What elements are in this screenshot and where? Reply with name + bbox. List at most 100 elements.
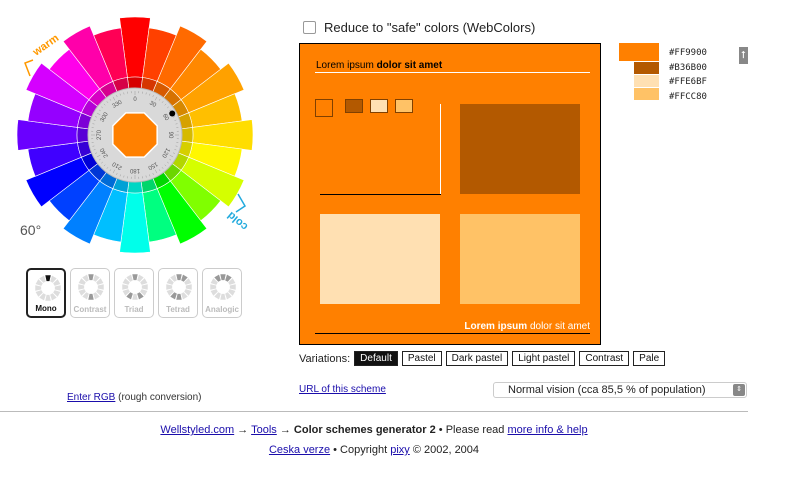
triad-mode-icon [122, 274, 148, 300]
mode-mono-label: Mono [35, 304, 57, 313]
variations-bar: Variations: Default Pastel Dark pastel L… [299, 351, 666, 366]
variation-contrast-button[interactable]: Contrast [579, 351, 630, 366]
cold-label: cold [225, 209, 250, 233]
preview-footer-bold: Lorem ipsum [464, 321, 528, 332]
angle-readout: 60° [20, 222, 42, 238]
variation-light-pastel-button[interactable]: Light pastel [512, 351, 576, 366]
mode-icon-segment [45, 294, 51, 301]
variations-label: Variations: [299, 352, 351, 365]
mode-icon-segment [229, 284, 236, 290]
warm-label: warm [30, 32, 61, 59]
tetrad-mode-icon [166, 274, 192, 300]
mode-icon-segment [54, 285, 61, 291]
scheme-preview: Lorem ipsum dolor sit amet Lorem ipsum d… [299, 43, 601, 345]
preview-heading: Lorem ipsum dolor sit amet [316, 60, 442, 71]
warm-arrow-icon [24, 59, 34, 77]
palette-hex-pale[interactable]: #FFE6BF [669, 75, 707, 90]
mode-icon-segment [141, 284, 148, 290]
mode-icon-segment [166, 284, 173, 290]
degree-label: 90 [167, 132, 173, 139]
cold-arrow-icon [235, 193, 247, 213]
mode-icon-segment [122, 284, 129, 290]
preview-divider-vertical [440, 104, 441, 195]
mode-icon-segment [220, 274, 226, 281]
preview-swatch-light [395, 99, 413, 113]
variation-dark-pastel-button[interactable]: Dark pastel [445, 351, 509, 366]
copyright-text-1: • Copyright [330, 444, 391, 456]
enter-rgb-row: Enter RGB (rough conversion) [67, 392, 202, 403]
hue-selector-dot[interactable] [169, 110, 176, 117]
mode-contrast-button[interactable]: Contrast [70, 268, 110, 318]
footer-breadcrumb: Wellstyled.com → Tools → Color schemes g… [0, 424, 748, 436]
site-link[interactable]: Wellstyled.com [160, 424, 234, 436]
palette-swatch-dark [634, 62, 659, 74]
preview-heading-bold: dolor sit amet [376, 60, 443, 71]
mode-analogic-label: Analogic [205, 305, 239, 314]
mode-icon-segment [45, 275, 51, 282]
preview-divider-top [315, 72, 590, 73]
mode-icon-segment [176, 293, 182, 300]
safe-colors-checkbox[interactable] [303, 21, 316, 34]
preview-swatch-pale [370, 99, 388, 113]
mode-icon-segment [185, 284, 192, 290]
footer-copyright: Ceska verze • Copyright pixy © 2002, 200… [0, 444, 748, 456]
selected-color-octagon [112, 112, 158, 158]
variation-pale-button[interactable]: Pale [633, 351, 666, 366]
preview-footer-normal: dolor sit amet [527, 321, 590, 332]
preview-block-pale [320, 214, 440, 304]
palette-swatch-light [634, 88, 659, 100]
mode-tetrad-button[interactable]: Tetrad [158, 268, 198, 318]
mode-icon-segment [78, 284, 85, 290]
scheme-mode-buttons: Mono Contrast Triad Tetrad Analogic [26, 268, 242, 318]
degree-label: 270 [97, 129, 103, 140]
analogic-mode-icon [210, 274, 236, 300]
enter-rgb-link[interactable]: Enter RGB [67, 392, 115, 403]
vision-select[interactable]: Normal vision (cca 85,5 % of population)… [493, 382, 747, 398]
mode-mono-button[interactable]: Mono [26, 268, 66, 318]
breadcrumb-arrow-2: → [276, 424, 294, 436]
arrow-up-icon[interactable]: ⭡ [739, 47, 748, 64]
mode-contrast-label: Contrast [73, 305, 107, 314]
vision-select-value: Normal vision (cca 85,5 % of population) [508, 384, 706, 396]
breadcrumb-arrow-1: → [234, 424, 252, 436]
tools-link[interactable]: Tools [251, 424, 277, 436]
mono-mode-icon [35, 275, 61, 301]
preview-heading-normal: Lorem ipsum [316, 60, 377, 71]
please-read-text: • Please read [435, 424, 508, 436]
variation-default-button[interactable]: Default [354, 351, 398, 366]
palette-hex-list: #FF9900 #B36B00 #FFE6BF #FFCC80 [669, 46, 707, 104]
mode-icon-segment [220, 293, 226, 300]
preview-block-light [460, 214, 580, 304]
palette-hex-light[interactable]: #FFCC80 [669, 90, 707, 105]
preview-swatch-main [315, 99, 333, 117]
safe-colors-label: Reduce to "safe" colors (WebColors) [324, 20, 536, 35]
ceska-verze-link[interactable]: Ceska verze [269, 444, 330, 456]
more-info-link[interactable]: more info & help [507, 424, 587, 436]
mode-triad-label: Triad [124, 305, 144, 314]
contrast-mode-icon [78, 274, 104, 300]
palette-swatch-pale [634, 75, 659, 87]
palette-swatch-main [619, 43, 659, 61]
page-title: Color schemes generator 2 [293, 424, 436, 436]
mode-tetrad-label: Tetrad [166, 305, 190, 314]
mode-icon-segment [88, 293, 94, 300]
degree-label: 180 [129, 167, 140, 173]
chevron-updown-icon: ⇕ [733, 384, 745, 396]
palette-hex-main[interactable]: #FF9900 [669, 46, 707, 61]
variation-pastel-button[interactable]: Pastel [401, 351, 442, 366]
pixy-link[interactable]: pixy [390, 444, 410, 456]
preview-block-dark [460, 104, 580, 194]
preview-swatch-dark [345, 99, 363, 113]
safe-colors-option: Reduce to "safe" colors (WebColors) [303, 20, 535, 35]
mode-triad-button[interactable]: Triad [114, 268, 154, 318]
color-wheel[interactable]: 0 30 60 90 120 150 180 210 240 270 300 330 warm cold [16, 16, 254, 254]
mode-icon-segment [97, 284, 104, 290]
mode-icon-segment [88, 274, 94, 281]
mode-icon-segment [132, 293, 138, 300]
enter-rgb-note: (rough conversion) [118, 392, 202, 403]
scheme-url-link[interactable]: URL of this scheme [299, 384, 386, 395]
preview-divider-bottom [315, 333, 590, 334]
preview-footer-text: Lorem ipsum dolor sit amet [464, 321, 590, 332]
palette-hex-dark[interactable]: #B36B00 [669, 61, 707, 76]
mode-analogic-button[interactable]: Analogic [202, 268, 242, 318]
